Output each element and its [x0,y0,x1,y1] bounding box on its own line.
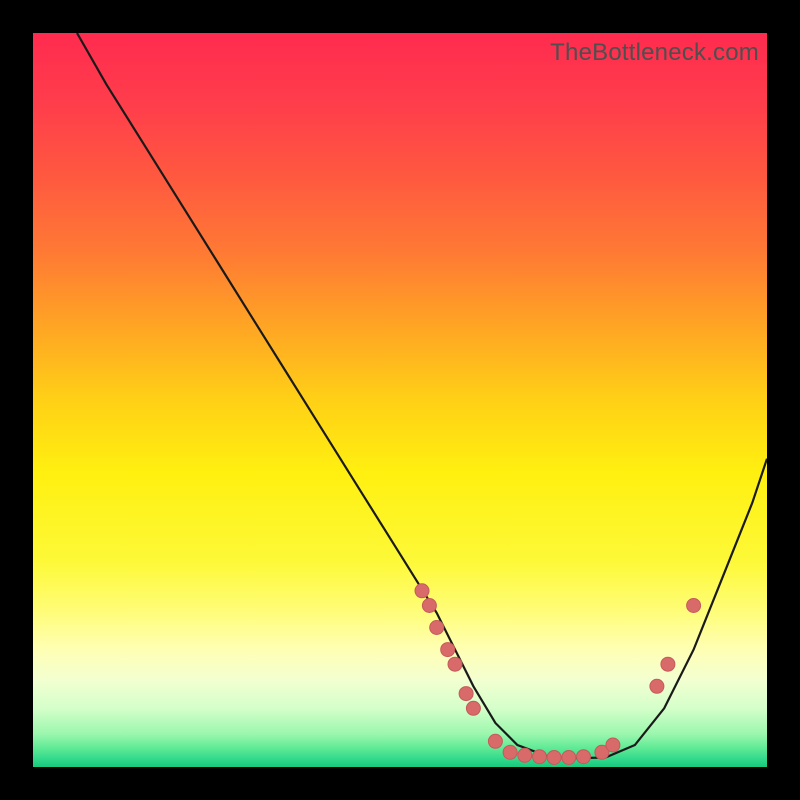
chart-frame: TheBottleneck.com [33,33,767,767]
watermark-text: TheBottleneck.com [550,39,759,67]
background-gradient [33,33,767,767]
